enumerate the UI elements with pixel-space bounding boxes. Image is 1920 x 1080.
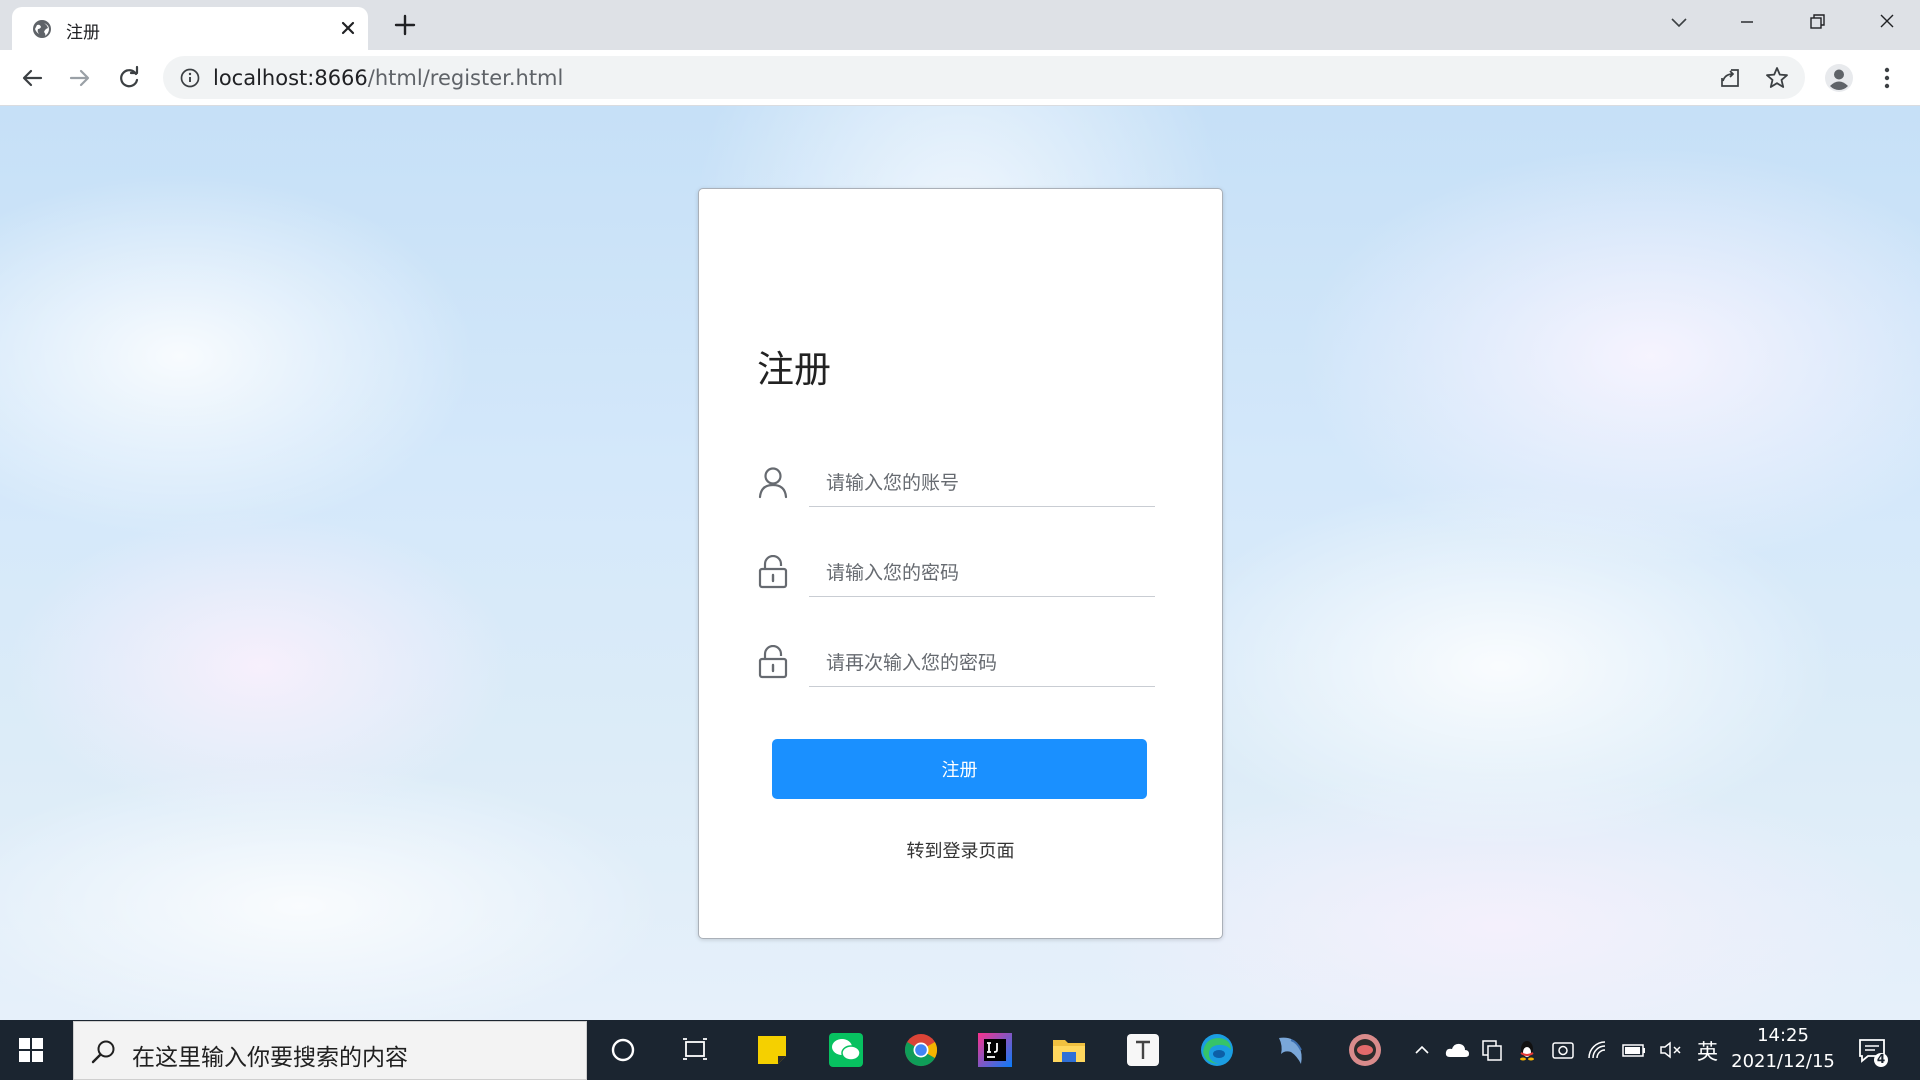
url-path: /html/register.html: [367, 66, 564, 90]
tab-search-chevron-icon[interactable]: [1664, 10, 1694, 34]
password-input[interactable]: [809, 549, 1155, 597]
user-icon: [758, 467, 788, 499]
share-icon[interactable]: [1717, 65, 1743, 91]
sticky-notes-icon[interactable]: [752, 1030, 792, 1070]
register-button[interactable]: 注册: [772, 739, 1147, 799]
copy-icon[interactable]: [1479, 1038, 1505, 1062]
account-field: [757, 459, 1157, 511]
search-icon: [91, 1040, 115, 1064]
chrome-icon[interactable]: [901, 1030, 941, 1070]
restore-icon[interactable]: [1802, 10, 1832, 34]
minimize-icon[interactable]: [1732, 10, 1762, 34]
register-card: 注册 注册 转到登录页面: [698, 188, 1223, 939]
qq-penguin-icon[interactable]: [1514, 1038, 1540, 1062]
account-input[interactable]: [809, 459, 1155, 507]
onedrive-cloud-icon[interactable]: [1444, 1038, 1470, 1062]
browser-tab-strip: 注册: [0, 0, 1920, 50]
close-window-icon[interactable]: [1872, 10, 1902, 34]
battery-icon[interactable]: [1621, 1038, 1647, 1062]
notification-count: 4: [1876, 1052, 1886, 1066]
url-text[interactable]: localhost:8666/html/register.html: [213, 66, 563, 90]
screenshot-tool-icon[interactable]: [1550, 1038, 1576, 1062]
action-center[interactable]: 4: [1856, 1034, 1890, 1068]
browser-tab[interactable]: 注册: [12, 7, 368, 50]
windows-start-icon[interactable]: [18, 1037, 44, 1063]
back-arrow-icon[interactable]: [17, 63, 47, 93]
taskbar-search[interactable]: 在这里输入你要搜索的内容: [73, 1021, 587, 1080]
browser-toolbar: localhost:8666/html/register.html: [0, 50, 1920, 106]
globe-icon: [33, 20, 51, 38]
forward-arrow-icon[interactable]: [65, 63, 95, 93]
task-view-icon[interactable]: [675, 1030, 715, 1070]
page-title: 注册: [757, 348, 831, 391]
wifi-icon[interactable]: [1585, 1038, 1611, 1062]
new-tab-icon[interactable]: [392, 12, 418, 38]
profile-avatar-icon[interactable]: [1823, 62, 1855, 94]
tab-title: 注册: [66, 23, 100, 43]
login-page-link[interactable]: 转到登录页面: [699, 837, 1222, 863]
mysql-dolphin-icon[interactable]: [1271, 1030, 1311, 1070]
wechat-icon[interactable]: [826, 1030, 866, 1070]
close-icon[interactable]: [336, 16, 360, 40]
intellij-idea-icon[interactable]: [975, 1030, 1015, 1070]
search-placeholder: 在这里输入你要搜索的内容: [132, 1045, 408, 1071]
clock-time: 14:25: [1757, 1025, 1809, 1046]
confirm-password-input[interactable]: [809, 639, 1155, 687]
file-explorer-icon[interactable]: [1049, 1030, 1089, 1070]
navicat-icon[interactable]: [1345, 1030, 1385, 1070]
typora-icon[interactable]: [1123, 1030, 1163, 1070]
lock-icon: [758, 555, 788, 589]
clock-date: 2021/12/15: [1731, 1051, 1835, 1072]
chevron-up-icon[interactable]: [1409, 1038, 1435, 1062]
more-menu-icon[interactable]: [1871, 62, 1903, 94]
password-field: [757, 549, 1157, 601]
lock-icon: [758, 645, 788, 679]
bookmark-star-icon[interactable]: [1764, 65, 1790, 91]
page-background: 注册 注册 转到登录页面: [0, 106, 1920, 1020]
edge-icon[interactable]: [1197, 1030, 1237, 1070]
url-host: localhost:8666: [213, 66, 368, 90]
cortana-icon[interactable]: [603, 1030, 643, 1070]
ime-indicator[interactable]: 英: [1697, 1036, 1718, 1066]
taskbar: 在这里输入你要搜索的内容 英 14:25 2021/12/15 4: [0, 1020, 1920, 1080]
confirm-password-field: [757, 639, 1157, 691]
info-icon[interactable]: [179, 67, 201, 89]
address-bar[interactable]: localhost:8666/html/register.html: [163, 56, 1805, 99]
reload-icon[interactable]: [114, 63, 144, 93]
system-clock[interactable]: 14:25 2021/12/15: [1723, 1023, 1843, 1075]
speaker-muted-icon[interactable]: [1658, 1038, 1684, 1062]
